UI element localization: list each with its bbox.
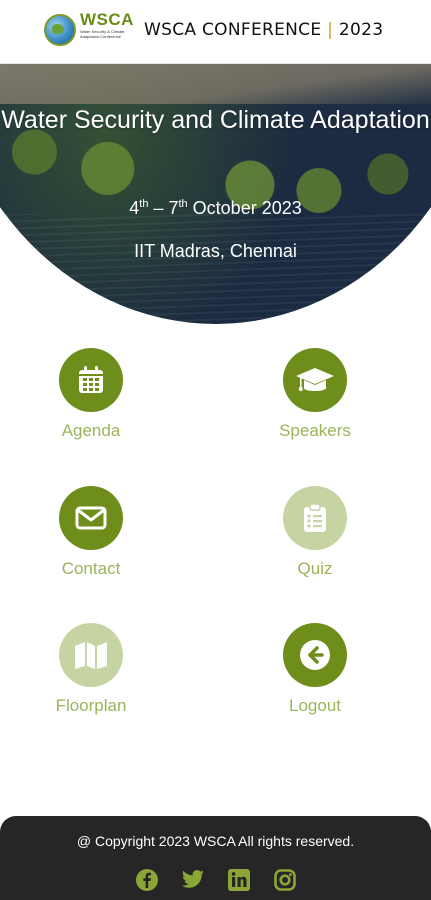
contact-label[interactable]: Contact (21, 559, 161, 579)
logout-icon-circle[interactable] (283, 623, 347, 687)
wsca-logo[interactable]: WSCA Water Security & Climate Adaptation… (42, 10, 142, 52)
hero-road (0, 64, 431, 104)
hero-banner: Water Security and Climate Adaptation 4 t… (0, 64, 431, 326)
twitter-icon[interactable] (181, 868, 205, 892)
date-start-day: 4 (129, 198, 140, 218)
quiz-label[interactable]: Quiz (245, 559, 385, 579)
copyright-text: @ Copyright 2023 WSCA All rights reserve… (76, 833, 355, 849)
facebook-icon[interactable] (135, 868, 159, 892)
agenda-icon-circle[interactable] (59, 348, 123, 412)
title-year: 2023 (338, 20, 384, 40)
footer: @ Copyright 2023 WSCA All rights reserve… (0, 816, 431, 900)
logo-text: WSCA (80, 10, 134, 29)
logo-subtitle: Water Security & Climate Adaptation Conf… (80, 29, 125, 39)
social-links (0, 868, 431, 892)
menu-item-quiz[interactable]: Quiz (245, 486, 385, 596)
speakers-label[interactable]: Speakers (245, 421, 385, 441)
menu-item-floorplan[interactable]: Floorplan (21, 623, 161, 733)
floorplan-icon-circle[interactable] (59, 623, 123, 687)
globe-icon (44, 14, 76, 46)
envelope-icon (75, 506, 107, 530)
hero-water (0, 214, 431, 326)
app-header: WSCA Water Security & Climate Adaptation… (0, 0, 431, 64)
logout-label[interactable]: Logout (245, 696, 385, 716)
speakers-icon-circle[interactable] (283, 348, 347, 412)
date-end-suffix: th (178, 198, 188, 210)
conference-title: Water Security and Climate Adaptation (1, 106, 430, 134)
agenda-label[interactable]: Agenda (21, 421, 161, 441)
calendar-icon (79, 366, 103, 393)
menu-item-agenda[interactable]: Agenda (21, 348, 161, 458)
clipboard-list-icon (304, 503, 326, 532)
title-separator: | (327, 20, 334, 40)
date-dash: – (148, 198, 169, 218)
conference-dates: 4th – 7th October 2023 (0, 198, 431, 219)
quiz-icon-circle[interactable] (283, 486, 347, 550)
floorplan-label[interactable]: Floorplan (21, 696, 161, 716)
date-end-day: 7 (168, 198, 179, 218)
menu-item-speakers[interactable]: Speakers (245, 348, 385, 458)
arrow-left-circle-icon (300, 640, 330, 670)
linkedin-icon[interactable] (227, 868, 251, 892)
page-title: WSCA CONFERENCE | 2023 (144, 20, 383, 40)
map-icon (75, 642, 107, 669)
date-rest: October 2023 (187, 198, 302, 218)
graduation-cap-icon (296, 368, 334, 391)
contact-icon-circle[interactable] (59, 486, 123, 550)
title-left: WSCA CONFERENCE (144, 20, 322, 40)
instagram-icon[interactable] (273, 868, 297, 892)
conference-venue: IIT Madras, Chennai (134, 241, 297, 261)
menu-item-contact[interactable]: Contact (21, 486, 161, 596)
menu-item-logout[interactable]: Logout (245, 623, 385, 733)
